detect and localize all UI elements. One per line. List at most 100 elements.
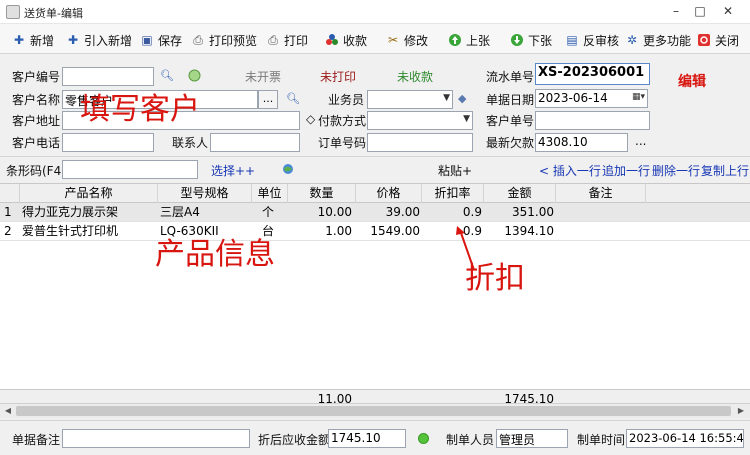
price-cell[interactable]: 39.00	[356, 203, 420, 222]
salesman-select[interactable]: ▼	[367, 90, 453, 109]
contact-label: 联系人	[172, 136, 209, 150]
unapprove-button[interactable]: ▤ 反审核	[565, 30, 619, 50]
model-cell[interactable]: 三层A4	[160, 203, 250, 222]
price-cell[interactable]: 1549.00	[356, 222, 420, 241]
save-button[interactable]: ▣ 保存	[140, 30, 182, 50]
insert-row-link[interactable]: < 插入一行	[539, 162, 601, 179]
row-number: 2	[4, 224, 12, 238]
column-header[interactable]: 价格	[356, 184, 422, 203]
product-name-cell[interactable]: 得力亚克力展示架	[22, 203, 156, 222]
maker-input: 管理员	[496, 429, 568, 448]
select-link[interactable]: 选择++	[211, 162, 255, 179]
edit-button[interactable]: ✂ 修改	[386, 30, 428, 50]
next-button[interactable]: 下张	[510, 30, 552, 50]
table-row[interactable]: 2 爱普生针式打印机 LQ-630KII 台 1.00 1549.00 0.9 …	[0, 222, 750, 241]
receive-button[interactable]: 收款	[325, 30, 367, 50]
discount-cell[interactable]: 0.9	[422, 203, 482, 222]
customer-picker-button[interactable]: ...	[258, 90, 278, 109]
scroll-right-icon[interactable]: ▶	[734, 405, 748, 417]
order-no-input[interactable]	[367, 133, 473, 152]
search-icon[interactable]: 🔍︎	[160, 69, 174, 82]
serial-label: 流水单号	[486, 70, 535, 84]
scrollbar-thumb[interactable]	[16, 406, 731, 416]
amount-cell[interactable]: 351.00	[484, 203, 554, 222]
contact-input[interactable]	[210, 133, 300, 152]
table-row[interactable]: 1 得力亚克力展示架 三层A4 个 10.00 39.00 0.9 351.00	[0, 203, 750, 222]
calendar-icon: ▦▾	[631, 92, 645, 102]
app-icon	[6, 5, 20, 19]
arrow-up-icon	[448, 33, 462, 47]
print-preview-button[interactable]: ⎙ 打印预览	[191, 30, 257, 50]
qty-cell[interactable]: 1.00	[288, 222, 352, 241]
customer-bill-label: 客户单号	[486, 114, 535, 128]
chevron-down-icon: ▼	[443, 93, 450, 103]
column-header[interactable]: 金额	[484, 184, 556, 203]
horizontal-scrollbar[interactable]: ◀ ▶	[0, 403, 750, 418]
customer-code-input[interactable]	[62, 67, 154, 86]
product-grid: 产品名称 型号规格 单位 数量 价格 折扣率 金额 备注 1 得力亚克力展示架 …	[0, 183, 750, 408]
append-row-link[interactable]: 追加一行	[602, 162, 650, 179]
window-title: 送货单-编辑	[24, 7, 83, 20]
remark-cell[interactable]	[558, 222, 644, 241]
title-bar: 送货单-编辑 – □ ✕	[0, 0, 750, 24]
qty-cell[interactable]: 10.00	[288, 203, 352, 222]
column-header[interactable]: 数量	[288, 184, 356, 203]
footer-bar: 单据备注 折后应收金额 1745.10 制单人员 管理员 制单时间 2023-0…	[0, 420, 750, 455]
new-button[interactable]: ✚ 新增	[12, 30, 54, 50]
customer-address-label: 客户地址	[12, 114, 61, 128]
gear-icon: ✲	[626, 33, 638, 47]
maximize-button[interactable]: □	[690, 2, 710, 20]
search-icon[interactable]: 🔍︎	[286, 92, 300, 105]
column-header[interactable]: 折扣率	[422, 184, 484, 203]
maker-label: 制单人员	[446, 433, 495, 447]
remark-label: 单据备注	[12, 433, 61, 447]
new-label: 新增	[30, 33, 55, 48]
minimize-button[interactable]: –	[666, 2, 686, 20]
refresh-icon[interactable]	[188, 69, 201, 85]
close-button[interactable]: 关闭	[697, 30, 739, 50]
product-name-cell[interactable]: 爱普生针式打印机	[22, 222, 156, 241]
customer-phone-input[interactable]	[62, 133, 154, 152]
row-action-bar: 条形码(F4) 选择++ 粘贴+ < 插入一行 追加一行 删除一行 复制上行	[0, 156, 750, 182]
barcode-input[interactable]	[62, 160, 198, 179]
chevron-down-icon: ▼	[463, 114, 470, 124]
latest-debt-detail-button[interactable]: ...	[635, 134, 646, 148]
status-indicator-icon	[418, 433, 429, 444]
payment-select[interactable]: ▼	[367, 111, 473, 130]
close-window-button[interactable]: ✕	[718, 2, 738, 20]
payment-label: 付款方式	[318, 114, 367, 128]
print-label: 打印	[284, 33, 309, 48]
remark-cell[interactable]	[558, 203, 644, 222]
print-preview-label: 打印预览	[209, 33, 258, 48]
edit-label: 修改	[404, 33, 429, 48]
globe-icon[interactable]	[282, 163, 294, 178]
document-icon: ▤	[566, 33, 578, 47]
more-functions-button[interactable]: ✲ 更多功能	[625, 30, 691, 50]
receivable-label: 折后应收金额	[258, 433, 331, 447]
serial-input[interactable]: XS-202306001	[535, 63, 650, 85]
customer-phone-label: 客户电话	[12, 136, 61, 150]
unit-cell[interactable]: 个	[262, 203, 286, 222]
column-header[interactable]: 单位	[252, 184, 288, 203]
remark-input[interactable]	[62, 429, 250, 448]
scroll-left-icon[interactable]: ◀	[1, 405, 15, 417]
amount-cell[interactable]: 1394.10	[484, 222, 554, 241]
column-header[interactable]: 产品名称	[20, 184, 158, 203]
import-new-label: 引入新增	[84, 33, 133, 48]
annotation-arrow	[456, 226, 475, 271]
prev-button[interactable]: 上张	[448, 30, 490, 50]
paste-button[interactable]: 粘贴+	[438, 162, 472, 179]
print-button[interactable]: ⎙ 打印	[266, 30, 308, 50]
import-new-button[interactable]: ✚ 引入新增	[66, 30, 132, 50]
bookmark-icon[interactable]: ◆	[458, 92, 466, 105]
receive-status: 未收款	[397, 70, 434, 84]
column-header[interactable]: 型号规格	[158, 184, 252, 203]
date-picker[interactable]: 2023-06-14 ▦▾	[535, 89, 648, 108]
grid-header: 产品名称 型号规格 单位 数量 价格 折扣率 金额 备注	[0, 184, 750, 203]
customer-bill-input[interactable]	[535, 111, 650, 130]
receive-label: 收款	[343, 33, 368, 48]
delete-row-link[interactable]: 删除一行	[652, 162, 700, 179]
copy-up-link[interactable]: 复制上行	[701, 162, 749, 179]
column-header[interactable]: 备注	[556, 184, 646, 203]
unapprove-label: 反审核	[583, 33, 620, 48]
